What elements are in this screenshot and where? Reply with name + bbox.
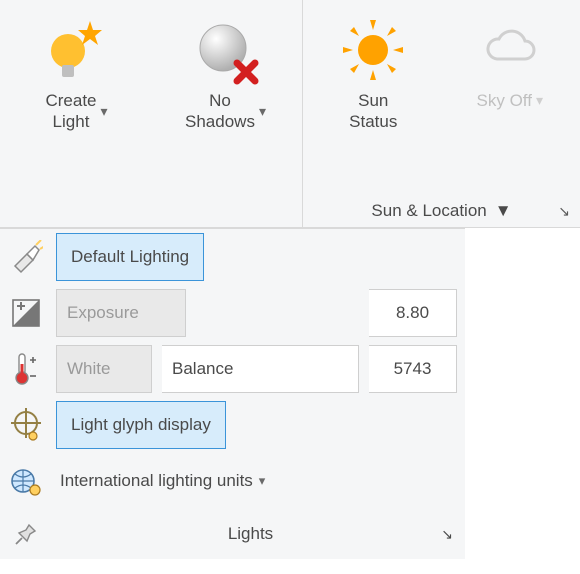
ribbon-group-sun-location: Sun Status Sky Off ▾ Sun & Location ▼ ↘ — [303, 0, 580, 227]
international-lighting-units-button[interactable]: International lighting units ▾ — [56, 457, 457, 505]
sun-status-button[interactable]: Sun Status — [305, 4, 442, 195]
exposure-value[interactable]: 8.80 — [369, 289, 457, 337]
cloud-icon — [477, 17, 543, 83]
thermometer-icon — [10, 352, 42, 386]
chevron-down-icon: ▾ — [101, 103, 108, 120]
globe-light-icon — [9, 464, 43, 498]
sun-status-label: Sun Status — [349, 90, 397, 133]
chevron-down-icon: ▾ — [259, 473, 266, 489]
light-glyph-display-button[interactable]: Light glyph display — [56, 401, 226, 449]
flashlight-icon — [9, 240, 43, 274]
default-lighting-button[interactable]: Default Lighting — [56, 233, 204, 281]
content-area — [465, 228, 580, 574]
light-glyph-icon — [9, 408, 43, 442]
exposure-icon — [10, 297, 42, 329]
light-glyph-label: Light glyph display — [71, 415, 211, 435]
chevron-down-icon[interactable]: ▼ — [495, 201, 512, 221]
white-balance-value[interactable]: 5743 — [369, 345, 457, 393]
pin-button[interactable] — [6, 521, 46, 547]
pin-icon — [13, 521, 39, 547]
chevron-down-icon: ▾ — [536, 92, 543, 109]
intl-units-label: International lighting units — [60, 471, 253, 491]
sun-icon — [340, 17, 406, 83]
sky-off-button[interactable]: Sky Off ▾ — [442, 4, 579, 195]
lights-panel: Default Lighting Exposure 8.80 — [0, 228, 465, 559]
panel-caption: Lights — [46, 524, 455, 544]
sky-off-label: Sky Off — [477, 90, 532, 111]
white-balance-field-label-b: Balance — [162, 345, 359, 393]
create-light-label: Create Light — [45, 90, 96, 133]
light-bulb-icon — [40, 15, 114, 85]
white-balance-field-label-a: White — [56, 345, 152, 393]
no-shadows-button[interactable]: No Shadows ▾ — [151, 4, 300, 227]
sphere-x-icon — [189, 15, 263, 85]
exposure-field-label: Exposure — [56, 289, 186, 337]
default-lighting-label: Default Lighting — [71, 247, 189, 267]
group-caption-label: Sun & Location — [371, 201, 486, 221]
panel-footer: Lights ↘ — [0, 509, 465, 559]
ribbon-group-lights: Create Light ▾ — [0, 0, 303, 227]
panel-expand-icon[interactable]: ↘ — [441, 526, 453, 543]
no-shadows-label: No Shadows — [185, 90, 255, 133]
create-light-button[interactable]: Create Light ▾ — [2, 4, 151, 227]
chevron-down-icon: ▾ — [259, 103, 266, 120]
panel-expand-icon[interactable]: ↘ — [558, 203, 570, 220]
